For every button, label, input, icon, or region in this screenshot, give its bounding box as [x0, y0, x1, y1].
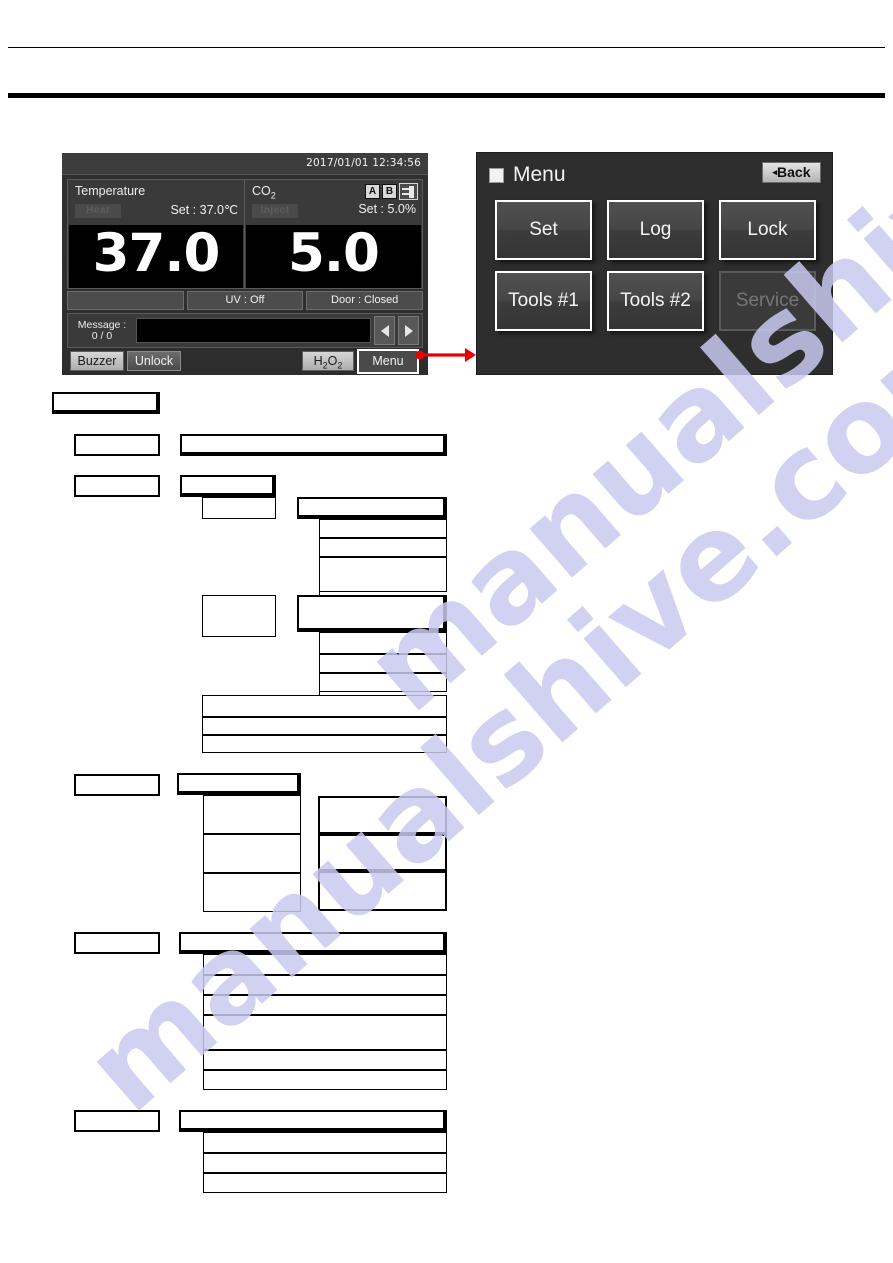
tree-box-wide-2 — [202, 717, 447, 735]
tree-box-tools-sub-2 — [318, 834, 447, 871]
tree-box-tools-r1 — [203, 795, 301, 834]
tree-box-c3a-head — [297, 497, 447, 519]
tree-box-group4-r3 — [203, 995, 447, 1015]
tree-box-wide-3 — [202, 735, 447, 753]
tree-label-log — [74, 475, 160, 497]
tree-box-wide-1 — [202, 695, 447, 717]
tree-box-c3b-r2 — [319, 654, 447, 673]
tree-box-c3b-head — [297, 595, 447, 632]
tree-box-log-sub — [202, 497, 276, 519]
tree-box-group5-r1 — [203, 1132, 447, 1153]
tree-box-group4-r2 — [203, 975, 447, 995]
tree-box-root — [52, 392, 160, 414]
tree-box-c3b-r1 — [319, 632, 447, 654]
tree-box-tools-r2 — [203, 834, 301, 873]
tree-box-group4-r4 — [203, 1015, 447, 1050]
tree-box-tools-r3 — [203, 873, 301, 912]
tree-box-group5-r2 — [203, 1153, 447, 1173]
tree-box-c3a-r2 — [319, 538, 447, 557]
tree-box-c3a-r3 — [319, 557, 447, 592]
tree-label-tools — [74, 774, 160, 796]
tree-box-group4-r1 — [203, 954, 447, 975]
tree-label-set — [74, 434, 160, 456]
flow-arrow-icon — [415, 348, 476, 362]
tree-connector-vertical — [319, 632, 320, 696]
tree-box-c3a-r1 — [319, 519, 447, 538]
tree-box-tools-sub-1 — [318, 796, 447, 834]
tree-box-set-detail — [180, 434, 447, 456]
tree-box-log-sub2 — [202, 595, 276, 637]
tree-box-group4-head — [179, 932, 447, 954]
tree-box-tools-sub-3 — [318, 871, 447, 911]
tree-label-group5 — [74, 1110, 160, 1132]
menu-tree-diagram — [0, 0, 893, 1263]
tree-box-group5-r3 — [203, 1173, 447, 1193]
tree-box-group4-r5 — [203, 1050, 447, 1070]
tree-label-group4 — [74, 932, 160, 954]
tree-box-tools-head — [177, 773, 301, 795]
tree-box-group4-r6 — [203, 1070, 447, 1090]
tree-box-log-head — [180, 475, 276, 497]
tree-box-group5-head — [179, 1110, 447, 1132]
tree-box-c3b-r3 — [319, 673, 447, 692]
